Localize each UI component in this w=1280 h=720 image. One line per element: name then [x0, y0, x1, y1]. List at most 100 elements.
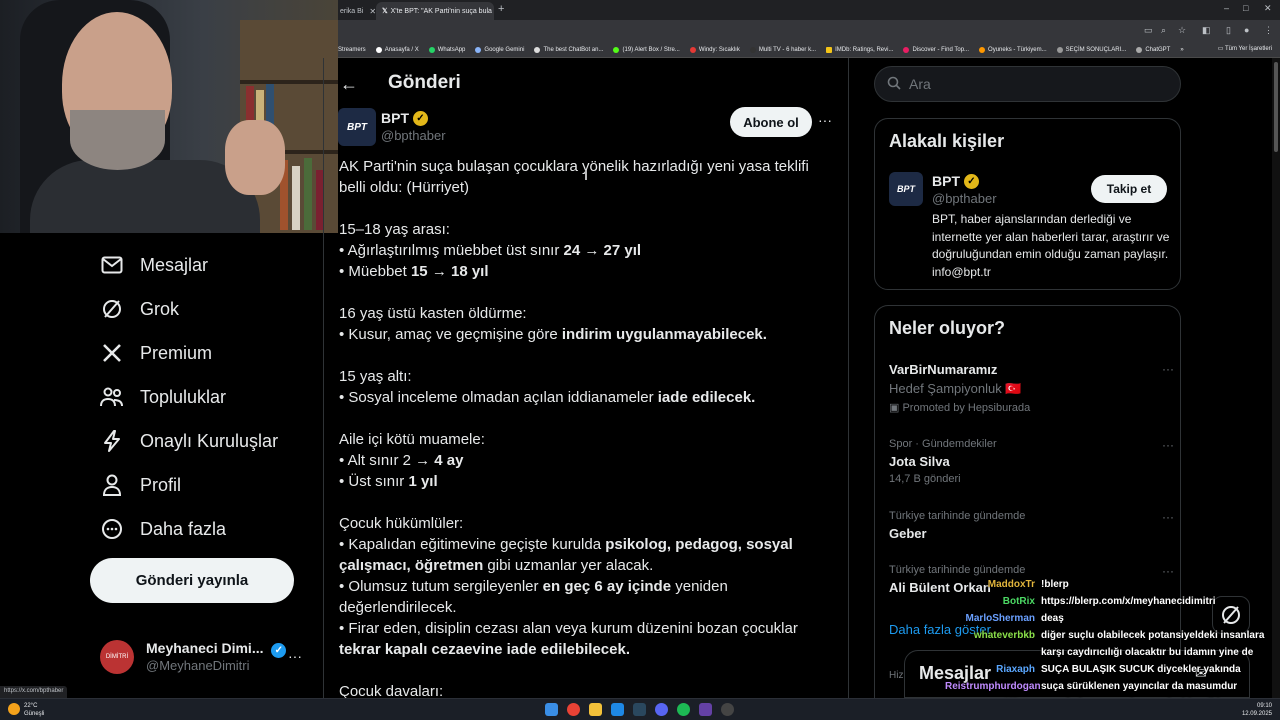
trend-item[interactable]: Türkiye tarihinde gündemde Geber ··· — [889, 510, 1174, 541]
browser-tab-active[interactable]: 𝕏 X'te BPT: "AK Parti'nin suça bula ✕ — [376, 2, 494, 20]
nav-item-communities[interactable]: Topluluklar — [100, 381, 226, 413]
bookmark[interactable]: IMDb: Ratings, Revi... — [826, 46, 893, 53]
menu-icon[interactable]: ⋮ — [1264, 25, 1273, 36]
more-icon[interactable]: ··· — [288, 648, 302, 664]
trend-promo: ▣ Promoted by Hepsiburada — [889, 402, 1031, 414]
bookmark[interactable]: Anasayfa / X — [375, 46, 419, 53]
bookmark[interactable]: Discover - Find Top... — [903, 46, 969, 53]
bookmark[interactable]: Multi TV - 6 haber k... — [749, 46, 816, 53]
star-icon[interactable]: ☆ — [1178, 25, 1186, 36]
post-author-handle[interactable]: @bpthaber — [381, 128, 446, 143]
person-icon — [100, 473, 124, 497]
nav-item-messages[interactable]: Mesajlar — [100, 249, 208, 281]
more-icon[interactable]: ··· — [818, 112, 832, 128]
trend-item[interactable]: Spor · Gündemdekiler Jota Silva 14,7 B g… — [889, 438, 1174, 485]
scrollbar-thumb[interactable] — [1274, 62, 1278, 152]
post-line-text: 15–18 yaş arası: — [339, 221, 450, 238]
chat-text: SUÇA BULAŞIK SUCUK diycekler yakında — [1041, 664, 1241, 675]
post-line: • Kapalıdan eğitimevine geçişte kurulda … — [339, 534, 829, 555]
bookmark[interactable]: Streamers — [338, 47, 366, 53]
discord-icon[interactable] — [655, 703, 668, 716]
post-text: AK Parti'nin suça bulaşan çocuklara yöne… — [339, 156, 829, 698]
search-input[interactable]: Ara — [874, 66, 1181, 102]
related-handle[interactable]: @bpthaber — [932, 191, 997, 206]
new-tab-icon[interactable]: + — [498, 3, 504, 15]
search-placeholder: Ara — [909, 76, 931, 92]
post-button[interactable]: Gönderi yayınla — [90, 558, 294, 603]
bookmark[interactable]: The best ChatBot an... — [534, 46, 603, 53]
nav-item-premium[interactable]: Premium — [100, 337, 212, 369]
chat-message: Riaxaph SUÇA BULAŞIK SUCUK diycekler yakı… — [945, 661, 1280, 678]
nav-item-profile[interactable]: Profil — [100, 469, 181, 501]
weather-widget[interactable]: 22°C Güneşli — [8, 702, 44, 718]
nav-item-verified-orgs[interactable]: Onaylı Kuruluşlar — [100, 425, 278, 457]
tab-close-icon[interactable]: ✕ — [492, 7, 494, 16]
sidepanel-icon[interactable]: ▯ — [1226, 25, 1231, 36]
post-line: • Sosyal inceleme olmadan açılan iddiana… — [339, 387, 829, 408]
minimize-icon[interactable]: – — [1224, 3, 1229, 13]
edge-icon[interactable] — [611, 703, 624, 716]
bookmarks-overflow-icon[interactable]: » — [1180, 47, 1183, 53]
bookmark[interactable]: (19) Alert Box / Stre... — [613, 46, 680, 53]
bookmark[interactable]: Windy: Sıcaklık — [689, 46, 740, 53]
all-bookmarks[interactable]: ▭ Tüm Yer İşaretleri — [1218, 45, 1272, 52]
bookmark[interactable]: WhatsApp — [428, 46, 465, 53]
chat-username: whateverbkb — [973, 630, 1035, 641]
chat-text: diğer suçlu olabilecek potansiyeldeki in… — [1041, 630, 1265, 641]
clock[interactable]: 09:10 12.09.2025 — [1242, 702, 1272, 718]
post-line-text: • Olumsuz tutum sergileyenler — [339, 578, 543, 595]
bookmark[interactable]: ChatGPT — [1136, 46, 1170, 53]
maximize-icon[interactable]: □ — [1243, 3, 1248, 13]
windows-start-icon[interactable] — [545, 703, 558, 716]
cast-icon[interactable]: ▭ — [1144, 25, 1153, 36]
follow-button[interactable]: Takip et — [1091, 175, 1167, 203]
avatar[interactable]: BPT — [889, 172, 923, 206]
page-title: Gönderi — [388, 72, 461, 93]
post-line-text: • Müebbet — [339, 263, 411, 280]
post-line-text: 16 yaş üstü kasten öldürme: — [339, 305, 527, 322]
scrollbar[interactable] — [1272, 58, 1280, 698]
chrome-icon[interactable] — [567, 703, 580, 716]
related-name[interactable]: BPT ✓ — [932, 173, 979, 189]
post-line-text: 15 yaş altı: — [339, 368, 412, 385]
zoom-icon[interactable]: ⌕ — [1161, 25, 1166, 36]
browser-tab[interactable]: erika Bi ✕ — [334, 2, 376, 20]
file-explorer-icon[interactable] — [589, 703, 602, 716]
more-icon[interactable]: ··· — [1162, 438, 1174, 452]
trend-item[interactable]: VarBirNumaramız Hedef Şampiyonluk 🇹🇷 ▣ P… — [889, 362, 1174, 414]
more-icon[interactable]: ··· — [1162, 510, 1174, 524]
time: 09:10 — [1256, 703, 1272, 709]
bookmark[interactable]: Oyuneks - Türkiyem... — [979, 46, 1047, 53]
nav-item-grok[interactable]: Grok — [100, 293, 179, 325]
post-line: çalışmacı, öğretmen gibi uzmanlar yer al… — [339, 555, 829, 576]
tab-close-icon[interactable]: ✕ — [363, 7, 376, 16]
back-arrow-icon[interactable]: ← — [340, 74, 358, 95]
steam-icon[interactable] — [633, 703, 646, 716]
spotify-icon[interactable] — [677, 703, 690, 716]
sun-icon — [8, 703, 20, 715]
nav-item-more[interactable]: Daha fazla — [100, 513, 226, 545]
extensions-icon[interactable]: ◧ — [1202, 25, 1211, 36]
account-name: Meyhaneci Dimi... ✓ — [146, 640, 287, 658]
subscribe-button[interactable]: Abone ol — [730, 107, 812, 137]
nav-item-label: Profil — [140, 474, 182, 495]
post-line-text: değerlendirilecek. — [339, 599, 457, 616]
account-switcher[interactable]: DİMİTRİ Meyhaneci Dimi... ✓ @MeyhaneDimi… — [100, 636, 312, 676]
close-window-icon[interactable]: ✕ — [1264, 3, 1272, 14]
bookmark[interactable]: Google Gemini — [475, 46, 524, 53]
more-icon[interactable]: ··· — [1162, 362, 1174, 376]
chat-message: MaddoxTr !blerp — [945, 576, 1280, 593]
profile-icon[interactable]: ● — [1244, 25, 1249, 35]
avatar[interactable]: BPT — [338, 108, 376, 146]
related-people-title: Alakalı kişiler — [889, 131, 1005, 151]
app-icon[interactable] — [721, 703, 734, 716]
verified-badge-icon: ✓ — [413, 110, 428, 126]
chat-username: Reistrumphurdogan — [945, 681, 1041, 692]
obs-icon[interactable] — [699, 703, 712, 716]
trend-name: VarBirNumaramız — [889, 362, 998, 377]
post-line-text: Aile içi kötü muamele: — [339, 431, 485, 448]
bookmark[interactable]: SEÇİM SONUÇLARI... — [1056, 46, 1126, 53]
chat-message: Reistrumphurdogansuça sürüklenen yayıncı… — [945, 678, 1280, 695]
streamer-beard — [70, 110, 165, 170]
post-author-name[interactable]: BPT ✓ — [381, 110, 428, 126]
